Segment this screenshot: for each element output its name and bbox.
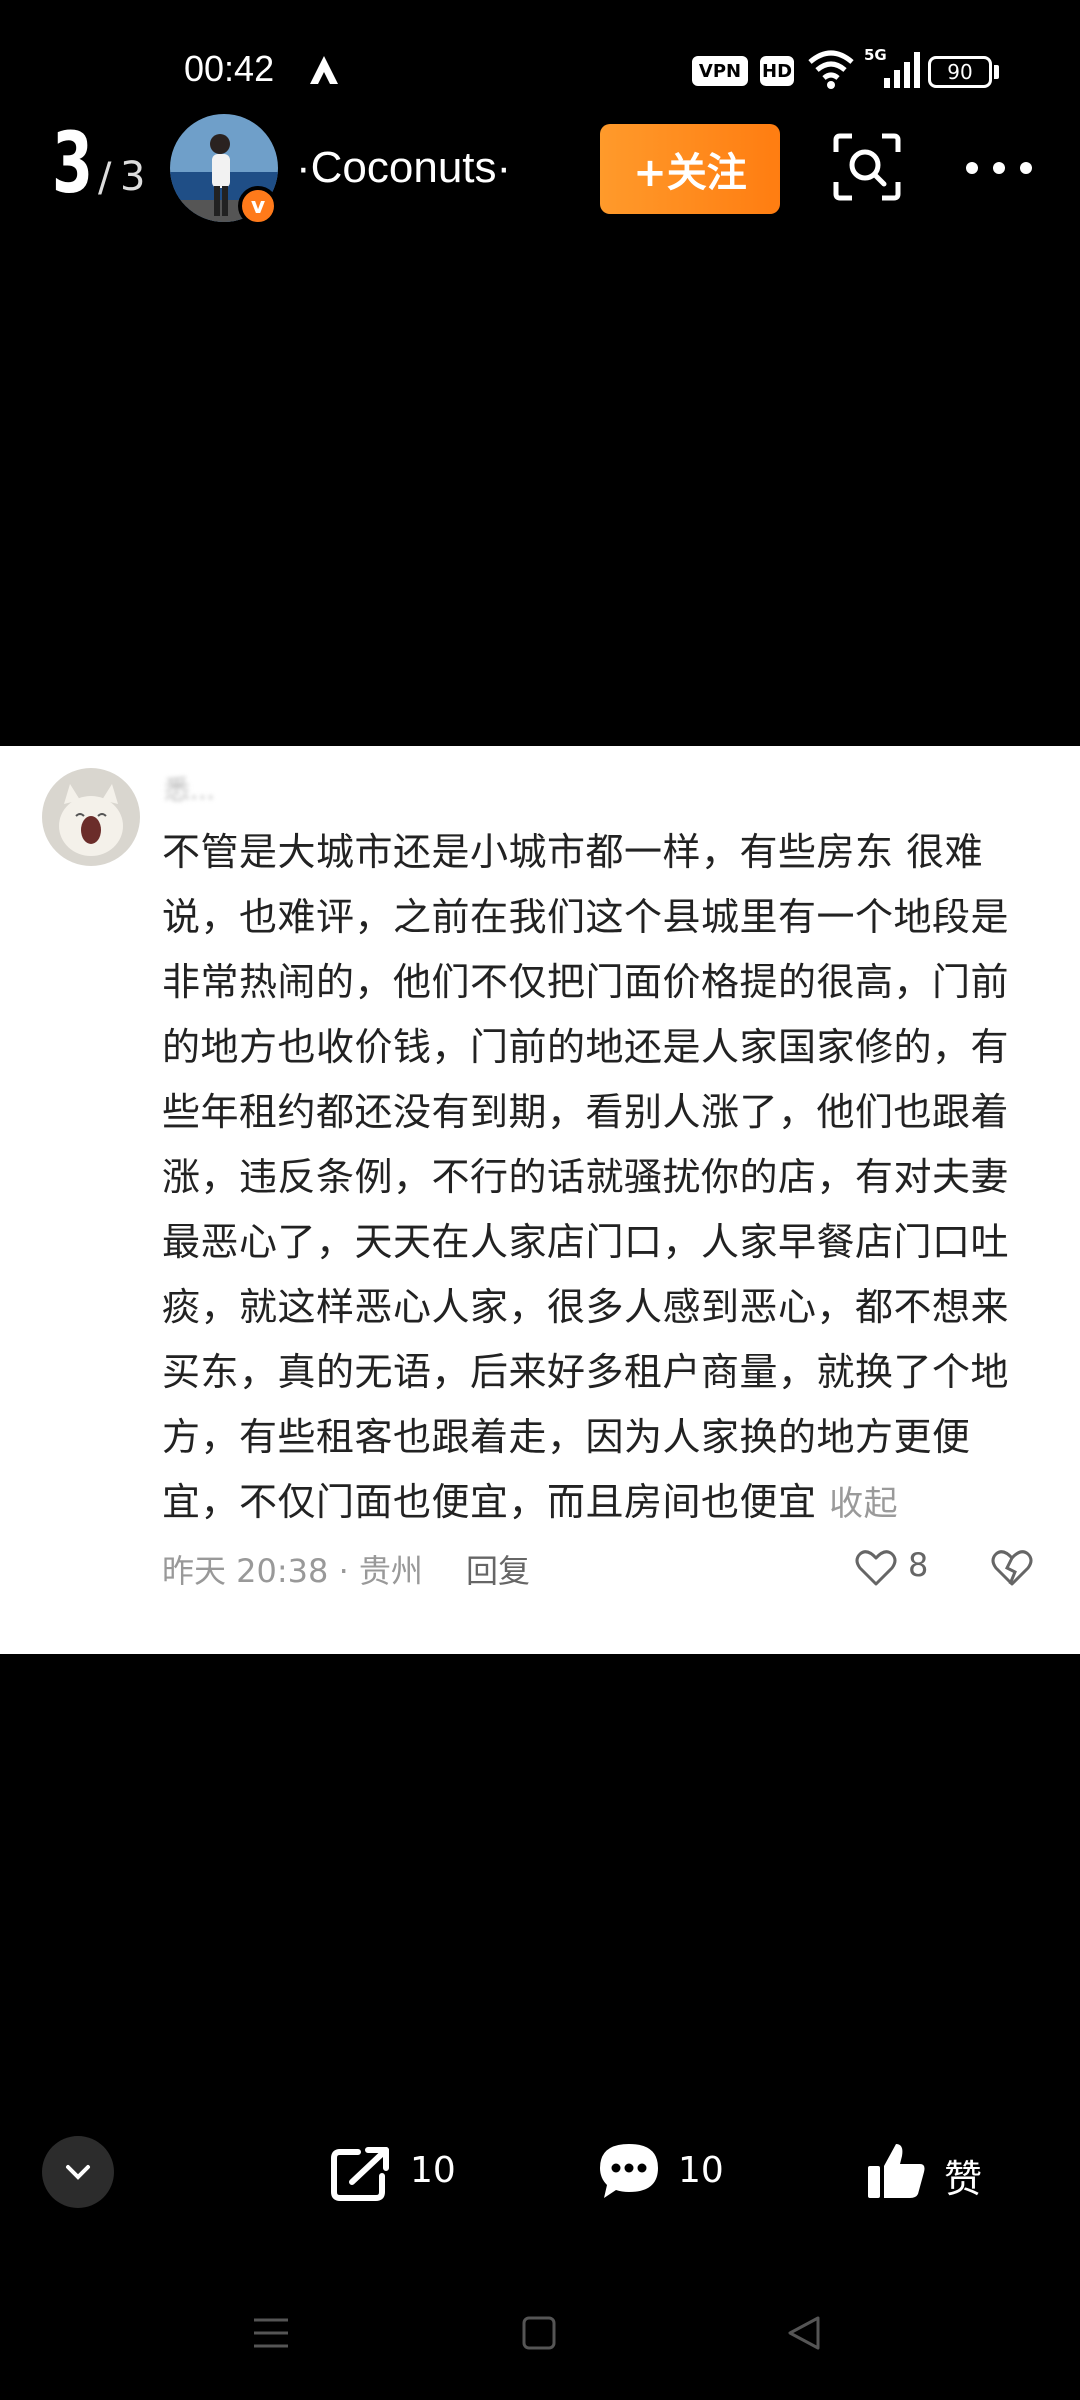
like-button-label[interactable]: 赞 — [944, 2148, 982, 2203]
author-username[interactable]: ·Coconuts· — [296, 140, 511, 196]
wifi-icon — [808, 50, 854, 89]
back-icon[interactable] — [786, 2314, 822, 2352]
comment-icon[interactable] — [596, 2140, 662, 2202]
broken-heart-icon[interactable] — [990, 1548, 1034, 1588]
commenter-username[interactable]: 悉... — [164, 770, 215, 807]
network-type: 5G — [864, 46, 887, 64]
thumbs-up-icon[interactable] — [866, 2140, 928, 2202]
page-total: 3 — [120, 154, 146, 200]
home-icon[interactable] — [522, 2316, 556, 2350]
comment-time-location: 昨天 20:38 · 贵州 — [162, 1552, 423, 1590]
collapse-button[interactable] — [42, 2136, 114, 2208]
reply-button[interactable]: 回复 — [466, 1546, 530, 1592]
battery-tip — [994, 65, 999, 79]
signal-icon: 5G — [864, 46, 920, 88]
hd-badge: HD — [760, 56, 794, 86]
chevron-down-icon — [66, 2165, 90, 2180]
comment-text: 不管是大城市还是小城市都一样，有些房东 很难说，也难评，之前在我们这个县城里有一… — [162, 830, 1010, 1524]
vpn-badge: VPN — [692, 56, 748, 86]
verified-badge: v — [238, 186, 278, 226]
follow-button[interactable]: +关注 — [600, 124, 780, 214]
collapse-link[interactable]: 收起 — [829, 1484, 898, 1524]
battery-indicator: 90 — [928, 56, 992, 88]
heart-icon[interactable] — [854, 1548, 898, 1588]
share-icon[interactable] — [330, 2144, 392, 2202]
commenter-avatar[interactable] — [42, 768, 140, 866]
page-separator: / — [98, 155, 112, 201]
comment-body: 不管是大城市还是小城市都一样，有些房东 很难说，也难评，之前在我们这个县城里有一… — [162, 820, 1042, 1537]
more-icon[interactable] — [964, 156, 1034, 180]
like-count: 8 — [908, 1546, 929, 1584]
share-count: 10 — [410, 2150, 456, 2191]
status-time: 00:42 — [184, 48, 275, 89]
scan-icon[interactable] — [832, 132, 902, 202]
page-current: 3 — [52, 114, 94, 212]
comment-count: 10 — [678, 2150, 724, 2191]
recent-apps-icon[interactable] — [252, 2316, 290, 2350]
navigation-a-icon — [310, 56, 338, 84]
